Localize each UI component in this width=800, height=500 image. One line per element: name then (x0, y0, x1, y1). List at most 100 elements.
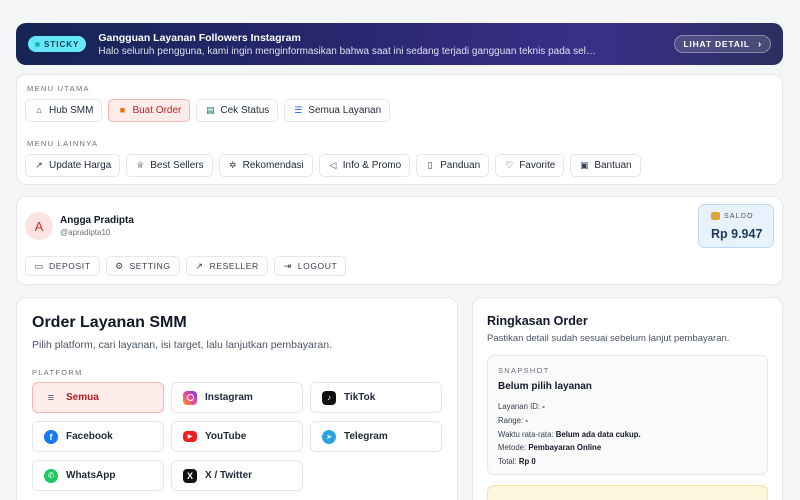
trend-icon: ↗ (35, 160, 43, 170)
cart-icon: ■ (119, 105, 126, 115)
reseller-label: RESELLER (209, 261, 259, 271)
banner-title: Gangguan Layanan Followers Instagram (98, 31, 301, 44)
account-actions: ▭ DEPOSIT ⚙ SETTING ↗ RESELLER ⇥ LOGOUT (25, 256, 347, 276)
menu-item-label: Panduan (440, 160, 481, 171)
profile-handle: @apradipta10 (60, 228, 111, 237)
logout-icon: ⇥ (283, 260, 292, 271)
platform-x-twitter[interactable]: X X / Twitter (171, 460, 303, 491)
snapshot-title: Belum pilih layanan (498, 381, 592, 392)
setting-label: SETTING (129, 261, 171, 271)
snapshot-row-layanan-id: Layanan ID: - (498, 400, 641, 414)
row-value: - (542, 402, 545, 411)
row-key: Range: (498, 415, 524, 425)
summary-subtitle: Pastikan detail sudah sesuai sebelum lan… (487, 333, 730, 344)
avatar: A (25, 212, 53, 240)
menu-item-hub-smm[interactable]: ⌂ Hub SMM (25, 99, 103, 122)
platform-facebook[interactable]: f Facebook (32, 421, 164, 452)
platform-grid: ≡ Semua Instagram ♪ TikTok f Facebook ▶ … (32, 382, 442, 491)
logout-label: LOGOUT (297, 261, 338, 271)
sticky-badge: STICKY (28, 36, 87, 52)
list-icon: ☰ (294, 105, 303, 115)
wallet-icon: ▭ (34, 260, 44, 271)
platform-youtube[interactable]: ▶ YouTube (171, 421, 303, 452)
platform-instagram[interactable]: Instagram (171, 382, 303, 413)
menu-item-favorite[interactable]: ♡ Favorite (495, 154, 565, 177)
row-value: Belum ada data cukup. (555, 429, 641, 439)
trophy-icon: ♕ (136, 160, 145, 170)
banner-message: Halo seluruh pengguna, kami ingin mengin… (98, 45, 598, 57)
menu-item-buat-order[interactable]: ■ Buat Order (108, 99, 191, 122)
tiktok-icon: ♪ (322, 390, 336, 405)
summary-notice-box (487, 485, 768, 500)
profile-name: Angga Pradipta (60, 215, 134, 226)
gear-icon: ⚙ (115, 260, 124, 271)
menu-item-label: Rekomendasi (242, 160, 304, 171)
deposit-label: DEPOSIT (49, 261, 91, 271)
logout-button[interactable]: ⇥ LOGOUT (273, 256, 347, 276)
snapshot-details: Layanan ID: - Range: - Waktu rata-rata: … (498, 400, 641, 469)
telegram-icon: ➤ (322, 429, 336, 444)
menu-item-rekomendasi[interactable]: ✲ Rekomendasi (218, 154, 313, 177)
menu-utama-label: MENU UTAMA (27, 84, 90, 93)
snapshot-row-total: Total: Rp 0 (498, 455, 641, 469)
platform-whatsapp[interactable]: ✆ WhatsApp (32, 460, 164, 491)
saldo-box: SALDO Rp 9.947 (698, 204, 774, 248)
platform-label-text: Instagram (205, 392, 253, 403)
menu-item-info-promo[interactable]: ◁ Info & Promo (318, 154, 411, 177)
heart-icon: ♡ (505, 160, 514, 170)
wallet-icon (711, 212, 720, 220)
saldo-label-row: SALDO (711, 212, 754, 220)
summary-title: Ringkasan Order (487, 314, 588, 328)
platform-tiktok[interactable]: ♪ TikTok (310, 382, 442, 413)
saldo-label: SALDO (724, 212, 754, 220)
order-card: Order Layanan SMM Pilih platform, cari l… (16, 297, 458, 500)
row-key: Layanan ID: (498, 402, 541, 411)
menu-item-label: Bantuan (594, 160, 632, 171)
row-value: Pembayaran Online (528, 443, 602, 453)
help-icon: ▣ (580, 160, 589, 170)
platform-semua[interactable]: ≡ Semua (32, 382, 164, 413)
sparkle-icon: ✲ (228, 160, 237, 170)
menu-item-label: Buat Order (132, 105, 182, 116)
whatsapp-icon: ✆ (44, 468, 58, 483)
facebook-icon: f (44, 429, 58, 444)
menu-item-semua-layanan[interactable]: ☰ Semua Layanan (284, 99, 391, 122)
menu-item-label: Update Harga (49, 160, 112, 171)
menu-item-panduan[interactable]: ▯ Panduan (416, 154, 490, 177)
menu-lainnya-row: ↗ Update Harga ♕ Best Sellers ✲ Rekomend… (25, 154, 641, 177)
menu-item-cek-status[interactable]: ▤ Cek Status (196, 99, 279, 122)
platform-label-text: X / Twitter (205, 470, 253, 481)
order-title: Order Layanan SMM (32, 314, 187, 331)
view-detail-label: LIHAT DETAIL (683, 39, 750, 49)
menu-icon: ≡ (47, 391, 55, 404)
row-key: Metode: (498, 443, 527, 453)
platform-label-text: YouTube (205, 431, 247, 442)
menu-item-label: Cek Status (220, 105, 270, 116)
clipboard-icon: ▤ (206, 105, 215, 115)
menu-item-bantuan[interactable]: ▣ Bantuan (570, 154, 641, 177)
platform-telegram[interactable]: ➤ Telegram (310, 421, 442, 452)
row-value: Rp 0 (518, 457, 536, 467)
megaphone-icon: ◁ (329, 160, 337, 170)
row-value: - (525, 415, 528, 425)
menu-item-label: Favorite (519, 160, 556, 171)
platform-label-text: Telegram (344, 431, 388, 442)
setting-button[interactable]: ⚙ SETTING (105, 256, 180, 276)
reseller-button[interactable]: ↗ RESELLER (185, 256, 268, 276)
deposit-button[interactable]: ▭ DEPOSIT (25, 256, 100, 276)
home-icon: ⌂ (36, 105, 42, 115)
snapshot-label: SNAPSHOT (498, 366, 550, 375)
platform-label-text: WhatsApp (66, 470, 116, 481)
menu-card: MENU UTAMA ⌂ Hub SMM ■ Buat Order ▤ Cek … (16, 74, 783, 185)
menu-utama-row: ⌂ Hub SMM ■ Buat Order ▤ Cek Status ☰ Se… (25, 99, 391, 122)
menu-item-best-sellers[interactable]: ♕ Best Sellers (126, 154, 213, 177)
snapshot-row-range: Range: - (498, 414, 641, 428)
document-icon: ▯ (427, 160, 433, 170)
menu-lainnya-label: MENU LAINNYA (27, 139, 99, 148)
menu-item-update-harga[interactable]: ↗ Update Harga (25, 154, 121, 177)
platform-label-text: Semua (66, 392, 99, 403)
menu-item-label: Info & Promo (342, 160, 402, 171)
saldo-value: Rp 9.947 (711, 227, 763, 241)
view-detail-button[interactable]: LIHAT DETAIL › (674, 35, 771, 53)
youtube-icon: ▶ (183, 431, 197, 442)
